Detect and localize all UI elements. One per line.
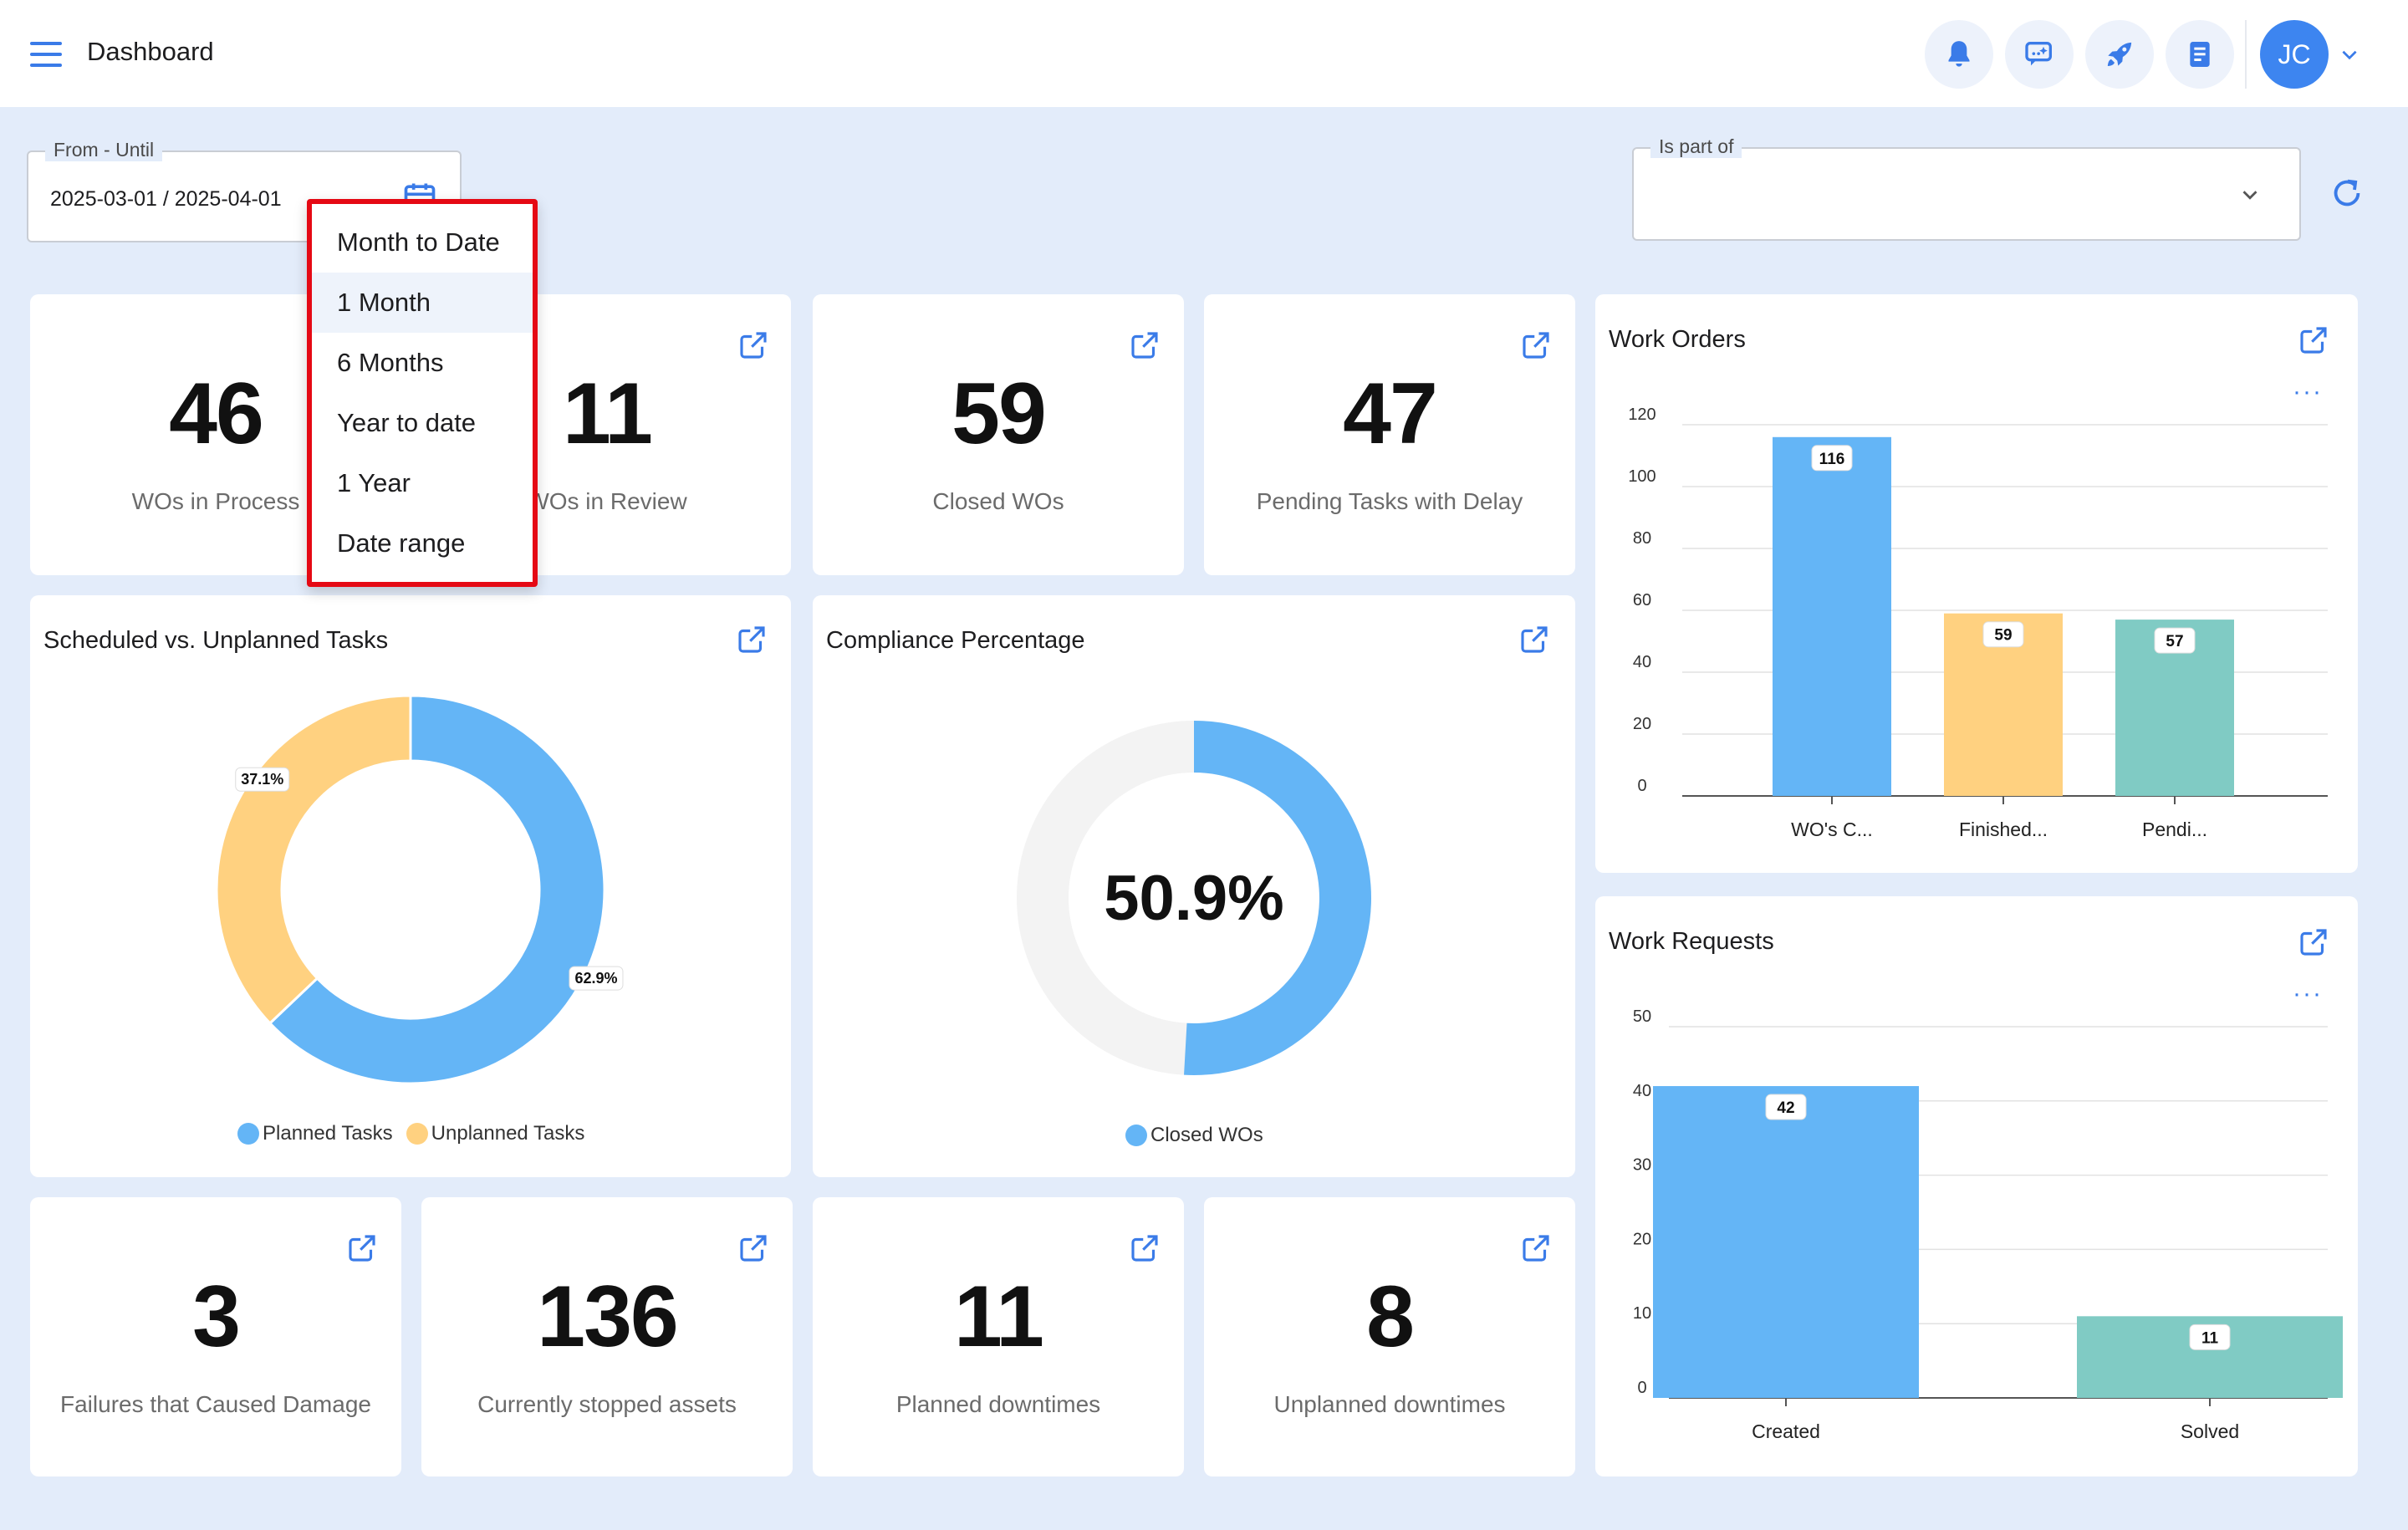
closed-wos-value: 59: [951, 365, 1047, 462]
x-tick-label: Pendi...: [2142, 819, 2207, 840]
compliance-legend: Closed WOs: [1125, 1124, 1277, 1147]
stopped-assets-label: Currently stopped assets: [477, 1391, 737, 1417]
pending-tasks-delay-value: 47: [1343, 365, 1438, 462]
legend-item-closed-wos[interactable]: Closed WOs: [1125, 1124, 1263, 1147]
compliance-percentage-card: Compliance Percentage 50.9% Closed WOs: [813, 595, 1575, 1177]
y-tick-label: 20: [1633, 1230, 1651, 1248]
top-bar: Dashboard JC: [0, 0, 2408, 107]
date-preset-menu: Month to Date 1 Month 6 Months Year to d…: [307, 199, 538, 587]
header-divider: [2245, 20, 2247, 89]
x-tick-label: Solved: [2181, 1420, 2239, 1442]
data-label: 116: [1819, 451, 1845, 468]
is-part-of-label: Is part of: [1650, 135, 1742, 158]
chat-ai-icon[interactable]: [2005, 20, 2074, 89]
y-tick-label: 50: [1633, 1007, 1651, 1026]
open-external-icon[interactable]: [1518, 1231, 1553, 1266]
legend-label: Unplanned Tasks: [431, 1122, 585, 1145]
legend-label: Planned Tasks: [263, 1122, 393, 1145]
y-tick-label: 10: [1633, 1304, 1651, 1323]
planned-downtimes-value: 11: [954, 1268, 1044, 1365]
y-tick-label: 0: [1637, 1379, 1646, 1397]
open-external-icon[interactable]: [1127, 1231, 1162, 1266]
legend-swatch: [406, 1123, 428, 1145]
is-part-of-select[interactable]: Is part of: [1632, 135, 2301, 241]
legend-swatch: [237, 1123, 259, 1145]
gauge-center-label: 50.9%: [1104, 863, 1284, 934]
unplanned-downtimes-value: 8: [1366, 1268, 1415, 1365]
legend-label: Closed WOs: [1150, 1124, 1263, 1146]
scheduled-unplanned-chart: 62.9% 37.1%: [215, 694, 624, 1085]
data-label: 59: [1994, 627, 2012, 645]
legend-item-unplanned[interactable]: Unplanned Tasks: [406, 1122, 585, 1145]
open-external-icon[interactable]: [344, 1231, 380, 1266]
failures-damage-card: 3 Failures that Caused Damage: [30, 1197, 401, 1476]
rocket-icon[interactable]: [2085, 20, 2154, 89]
closed-wos-label: Closed WOs: [932, 488, 1064, 514]
legend-swatch: [1125, 1125, 1147, 1146]
y-tick-label: 120: [1628, 405, 1656, 424]
open-external-icon[interactable]: [736, 328, 771, 363]
failures-damage-label: Failures that Caused Damage: [60, 1391, 371, 1417]
open-external-icon[interactable]: [736, 1231, 771, 1266]
failures-damage-value: 3: [192, 1268, 241, 1365]
open-external-icon[interactable]: [1518, 328, 1553, 363]
x-tick-label: Created: [1752, 1420, 1820, 1442]
y-tick-label: 40: [1633, 653, 1651, 671]
data-label: 42: [1777, 1099, 1794, 1117]
planned-downtimes-label: Planned downtimes: [895, 1391, 1101, 1417]
donut-slice: [215, 694, 412, 1025]
y-tick-label: 40: [1633, 1082, 1651, 1100]
data-label: 11: [2201, 1329, 2219, 1347]
bar: [1773, 436, 1891, 796]
scheduled-unplanned-card: Scheduled vs. Unplanned Tasks 62.9% 37.1%…: [30, 595, 791, 1177]
y-tick-label: 0: [1637, 777, 1646, 795]
data-label: 62.9%: [574, 970, 617, 987]
work-orders-card: Work Orders ··· 0 20 40 60 80 100 120 116 WO's C…: [1595, 294, 2358, 873]
avatar[interactable]: JC: [2260, 20, 2329, 89]
unplanned-downtimes-card: 8 Unplanned downtimes: [1204, 1197, 1575, 1476]
menu-item-1-year[interactable]: 1 Year: [312, 453, 533, 513]
work-requests-chart: 0 10 20 30 40 50 42 Created 11 Solved: [1633, 1007, 2343, 1442]
notes-icon[interactable]: [2166, 20, 2234, 89]
page-title: Dashboard: [87, 37, 214, 66]
stopped-assets-card: 136 Currently stopped assets: [421, 1197, 793, 1476]
y-tick-label: 60: [1633, 591, 1651, 609]
x-tick-label: WO's C...: [1791, 819, 1873, 840]
work-orders-chart: 0 20 40 60 80 100 120 116 WO's C... 59 Finished...…: [1628, 405, 2328, 840]
menu-icon[interactable]: [30, 42, 62, 67]
y-tick-label: 30: [1633, 1156, 1651, 1175]
bar: [1653, 1086, 1919, 1398]
y-tick-label: 20: [1633, 715, 1651, 733]
closed-wos-card: 59 Closed WOs: [813, 294, 1184, 575]
menu-item-year-to-date[interactable]: Year to date: [312, 393, 533, 453]
pending-tasks-delay-card: 47 Pending Tasks with Delay: [1204, 294, 1575, 575]
planned-downtimes-card: 11 Planned downtimes: [813, 1197, 1184, 1476]
scheduled-unplanned-legend: Planned Tasks Unplanned Tasks: [237, 1122, 598, 1145]
menu-item-6-months[interactable]: 6 Months: [312, 333, 533, 393]
chevron-down-icon[interactable]: [2237, 182, 2263, 207]
chevron-down-icon[interactable]: [2339, 43, 2360, 65]
legend-item-planned[interactable]: Planned Tasks: [237, 1122, 393, 1145]
menu-item-month-to-date[interactable]: Month to Date: [312, 212, 533, 273]
data-label: 57: [2166, 633, 2183, 650]
unplanned-downtimes-label: Unplanned downtimes: [1273, 1391, 1506, 1417]
y-tick-label: 80: [1633, 529, 1651, 548]
menu-item-1-month[interactable]: 1 Month: [312, 273, 533, 333]
date-range-value: 2025-03-01 / 2025-04-01: [50, 187, 282, 211]
stopped-assets-value: 136: [537, 1268, 679, 1365]
refresh-icon[interactable]: [2328, 174, 2366, 212]
y-tick-label: 100: [1628, 467, 1656, 486]
open-external-icon[interactable]: [1127, 328, 1162, 363]
x-tick-label: Finished...: [1959, 819, 2048, 840]
pending-tasks-delay-label: Pending Tasks with Delay: [1256, 488, 1523, 514]
data-label: 37.1%: [241, 771, 283, 788]
menu-item-date-range[interactable]: Date range: [312, 513, 533, 574]
date-range-label: From - Until: [45, 139, 163, 161]
bell-icon[interactable]: [1925, 20, 1993, 89]
compliance-percentage-chart: 50.9%: [1017, 721, 1371, 1075]
work-requests-card: Work Requests ··· 0 10 20 30 40 50 42 Created 11…: [1595, 896, 2358, 1476]
